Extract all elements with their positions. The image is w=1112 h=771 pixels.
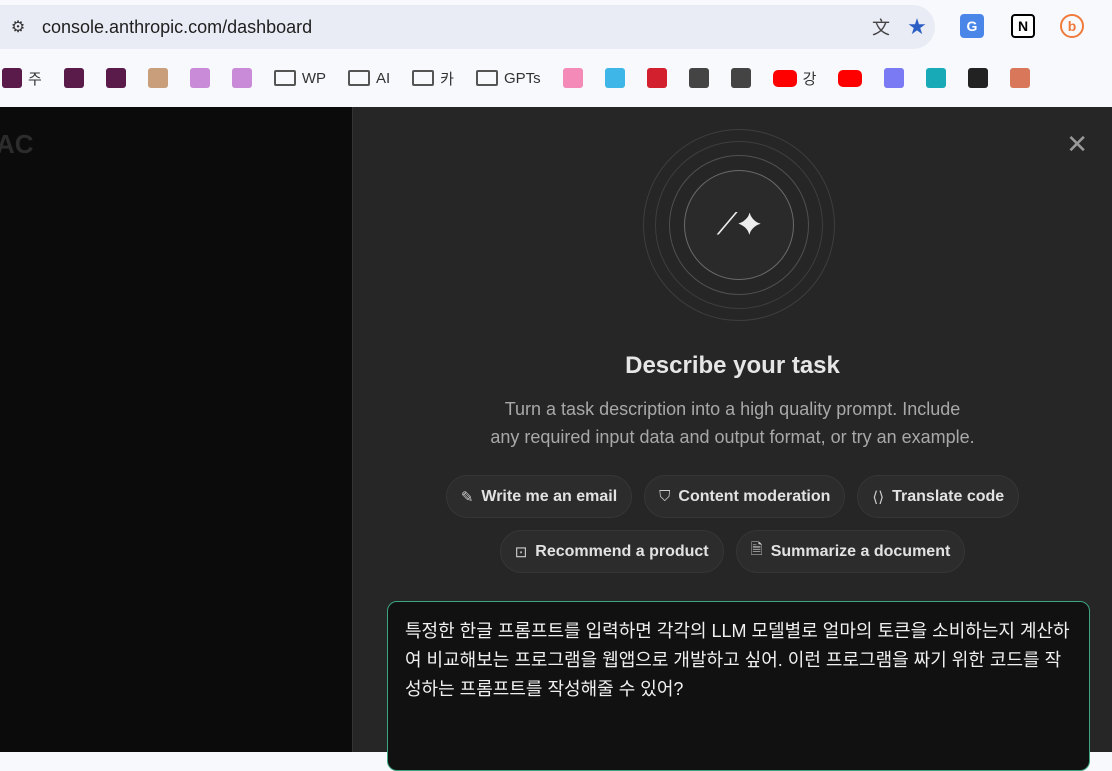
- folder-icon: [412, 70, 435, 86]
- example-icon: ⊡: [514, 543, 528, 561]
- example-chip[interactable]: 🗎 Summarize a document: [735, 530, 966, 573]
- favicon-icon: [968, 68, 989, 88]
- bookmark-label: 주: [28, 70, 42, 88]
- folder-icon: [475, 70, 498, 86]
- describe-task-dialog: ✕ ⟋✦ Describe your task Turn a task desc…: [352, 107, 1112, 771]
- example-icon: ✎: [460, 488, 474, 506]
- favicon-icon: [646, 68, 667, 88]
- bookmark-label: WP: [301, 69, 326, 87]
- bookmark-item[interactable]: [63, 68, 84, 88]
- favicon-icon: [1010, 68, 1031, 88]
- example-chip[interactable]: ⟨⟩ Translate code: [857, 475, 1020, 518]
- address-bar[interactable]: ⚙ console.anthropic.com/dashboard 文 ★: [0, 5, 935, 49]
- favicon-icon: [2, 68, 22, 88]
- dialog-subtitle: Turn a task description into a high qual…: [353, 395, 1112, 451]
- favicon-icon: [884, 68, 905, 88]
- site-info-icon[interactable]: ⚙: [0, 17, 36, 37]
- task-description-input[interactable]: 특정한 한글 프롬프트를 입력하면 각각의 LLM 모델별로 얼마의 토큰을 소…: [387, 601, 1090, 771]
- bookmark-item[interactable]: [926, 68, 947, 88]
- favicon-icon: [105, 68, 126, 88]
- dashboard-background: AC: [0, 107, 352, 752]
- bookmark-item[interactable]: [231, 68, 252, 88]
- bookmark-item[interactable]: [884, 68, 905, 88]
- folder-icon: [347, 70, 370, 86]
- bookmark-item[interactable]: [604, 68, 625, 88]
- bookmark-item[interactable]: [730, 68, 751, 88]
- bookmarks-bar: 주 WP AI 카 GPTs 강: [0, 63, 1112, 93]
- favicon-icon: [604, 68, 625, 88]
- bookmark-item[interactable]: [105, 68, 126, 88]
- subtitle-line: any required input data and output forma…: [490, 427, 975, 447]
- bookmark-item[interactable]: [688, 68, 709, 88]
- bookmark-label: 카: [440, 70, 454, 88]
- example-label: Translate code: [892, 487, 1005, 505]
- youtube-icon: [772, 69, 797, 87]
- bookmark-label: 강: [802, 70, 817, 88]
- logo: AC: [0, 129, 34, 159]
- favicon-icon: [730, 68, 751, 88]
- magic-wand-icon: ⟋✦: [684, 170, 794, 280]
- example-icon: 🗎: [750, 541, 763, 558]
- bookmark-item[interactable]: [646, 68, 667, 88]
- bookmark-item[interactable]: [1010, 68, 1031, 88]
- bookmark-item[interactable]: [147, 68, 168, 88]
- notion-extension-icon[interactable]: N: [1011, 14, 1035, 38]
- folder-icon: [273, 70, 296, 86]
- favicon-icon: [562, 68, 583, 88]
- example-chip[interactable]: ✎ Write me an email: [445, 475, 633, 518]
- example-label: Content moderation: [678, 487, 831, 505]
- dialog-title: Describe your task: [625, 352, 840, 379]
- bookmark-item[interactable]: [968, 68, 989, 88]
- bookmark-label: AI: [375, 69, 391, 87]
- example-icon: ⟨⟩: [872, 488, 885, 506]
- bookmark-label: GPTs: [503, 69, 541, 87]
- example-row: ⊡ Recommend a product 🗎 Summarize a documen…: [353, 530, 1112, 573]
- example-chip[interactable]: ⊡ Recommend a product: [499, 530, 724, 573]
- favicon-icon: [688, 68, 709, 88]
- google-translate-extension-icon[interactable]: G: [960, 14, 984, 38]
- bookmark-item[interactable]: [189, 68, 210, 88]
- example-label: Write me an email: [481, 487, 618, 505]
- favicon-icon: [189, 68, 210, 88]
- example-row: ✎ Write me an email ⛉ Content moderation ⟨⟩ T…: [353, 475, 1112, 518]
- example-icon: ⛉: [659, 488, 671, 505]
- bookmark-item[interactable]: 강: [772, 68, 817, 89]
- example-chip[interactable]: ⛉ Content moderation: [644, 475, 846, 518]
- extension-icon[interactable]: b: [1060, 14, 1084, 38]
- bookmark-item[interactable]: WP: [273, 69, 326, 87]
- bookmark-item[interactable]: AI: [347, 69, 391, 87]
- youtube-icon: [838, 69, 863, 87]
- example-label: Recommend a product: [535, 542, 709, 560]
- url-text[interactable]: console.anthropic.com/dashboard: [42, 17, 863, 38]
- favicon-icon: [63, 68, 84, 88]
- bookmark-item[interactable]: [838, 69, 863, 87]
- bookmark-item[interactable]: 주: [2, 68, 42, 89]
- close-icon[interactable]: ✕: [1066, 129, 1088, 160]
- subtitle-line: Turn a task description into a high qual…: [504, 399, 961, 419]
- favicon-icon: [231, 68, 252, 88]
- bookmark-item[interactable]: 카: [412, 68, 454, 89]
- example-label: Summarize a document: [770, 542, 951, 560]
- bookmark-star-icon[interactable]: ★: [899, 14, 935, 40]
- translate-icon[interactable]: 文: [863, 14, 899, 40]
- bookmark-item[interactable]: [562, 68, 583, 88]
- favicon-icon: [147, 68, 168, 88]
- bookmark-item[interactable]: GPTs: [475, 69, 541, 87]
- favicon-icon: [926, 68, 947, 88]
